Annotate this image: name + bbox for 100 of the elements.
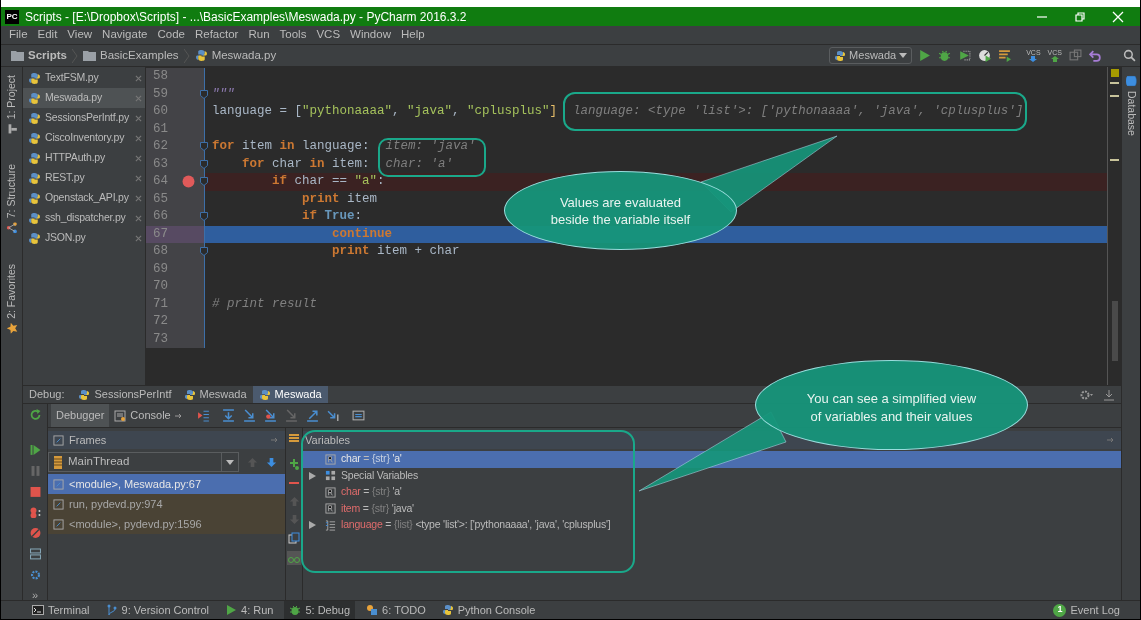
breadcrumb[interactable]: BasicExamples xyxy=(83,46,179,65)
variable-row[interactable]: item = {str} 'java' xyxy=(303,500,1121,517)
resume-icon[interactable] xyxy=(28,443,42,456)
fold-marker-icon[interactable] xyxy=(200,89,208,99)
fold-marker-icon[interactable] xyxy=(200,159,208,169)
tool-window-button[interactable]: Python Console xyxy=(436,601,541,619)
tool-window-button[interactable]: 9: Version Control xyxy=(100,601,214,619)
coverage-icon[interactable] xyxy=(958,49,972,62)
debugger-tab[interactable]: Debugger xyxy=(51,404,110,427)
menu-item[interactable]: Tools xyxy=(274,26,312,44)
evaluate-expression-icon[interactable] xyxy=(351,409,365,422)
fold-marker-icon[interactable] xyxy=(200,212,208,221)
pin-icon[interactable] xyxy=(271,437,280,443)
variable-row[interactable]: Special Variables xyxy=(303,467,1121,484)
tool-window-tab[interactable]: 1: Project xyxy=(3,75,20,135)
event-log-button[interactable]: 1 Event Log xyxy=(1053,601,1120,619)
close-icon[interactable] xyxy=(135,74,142,82)
menu-item[interactable]: Window xyxy=(345,26,396,44)
tool-window-tab[interactable]: 2: Favorites xyxy=(3,263,20,334)
tool-window-button[interactable]: 6: TODO xyxy=(361,601,431,619)
mute-breakpoints-icon[interactable] xyxy=(28,527,42,540)
variable-row[interactable]: char = {str} 'a' xyxy=(303,484,1121,501)
variable-row[interactable]: char = {str} 'a' xyxy=(303,451,1121,468)
search-icon[interactable] xyxy=(1123,49,1136,62)
breakpoints-icon[interactable] xyxy=(28,506,42,519)
run-configuration-dropdown[interactable]: Meswada xyxy=(829,47,913,64)
tool-window-button[interactable]: 4: Run xyxy=(220,601,279,619)
file-tab[interactable]: SessionsPerIntf.py xyxy=(23,108,145,128)
compare-icon[interactable] xyxy=(1069,49,1082,62)
settings-icon[interactable] xyxy=(28,569,42,581)
bug-icon[interactable] xyxy=(938,49,952,62)
tool-window-tab[interactable]: Database xyxy=(1123,75,1139,136)
file-tab[interactable]: JSON.py xyxy=(23,228,145,248)
hide-icon[interactable] xyxy=(1103,388,1115,401)
menu-item[interactable]: VCS xyxy=(311,26,346,44)
add-watch-icon[interactable] xyxy=(288,458,300,470)
scrollbar-thumb[interactable] xyxy=(1111,301,1118,361)
step-over-icon[interactable] xyxy=(221,409,235,422)
down-arrow-icon[interactable] xyxy=(266,456,277,468)
menu-item[interactable]: Navigate xyxy=(97,26,153,44)
execution-point-icon[interactable] xyxy=(196,409,210,422)
step-into-icon[interactable] xyxy=(242,409,256,422)
expand-arrow-icon[interactable] xyxy=(309,521,316,530)
file-tab[interactable]: REST.py xyxy=(23,168,145,188)
close-icon[interactable] xyxy=(135,114,142,122)
file-tab[interactable]: TextFSM.py xyxy=(23,68,145,88)
pin-icon[interactable] xyxy=(1107,437,1116,443)
menu-item[interactable]: Code xyxy=(152,26,190,44)
debug-session-tab[interactable]: SessionsPerIntf xyxy=(72,386,178,403)
glasses-icon[interactable] xyxy=(287,551,301,565)
breadcrumb[interactable]: Scripts xyxy=(11,46,67,65)
file-tab[interactable]: Meswada.py xyxy=(23,88,145,108)
expand-arrow-icon[interactable] xyxy=(309,471,316,480)
run-list-icon[interactable] xyxy=(998,49,1012,62)
debugger-tab[interactable]: Console xyxy=(109,404,189,427)
more-button[interactable]: » xyxy=(31,590,39,600)
force-step-into-icon[interactable] xyxy=(284,409,298,422)
menu-item[interactable]: View xyxy=(62,26,98,44)
close-icon[interactable] xyxy=(135,174,142,182)
file-tab[interactable]: Openstack_API.py xyxy=(23,188,145,208)
layout-icon[interactable] xyxy=(28,548,42,561)
close-icon[interactable] xyxy=(135,154,142,162)
undo-icon[interactable] xyxy=(1089,49,1102,62)
file-tab[interactable]: ssh_dispatcher.py xyxy=(23,208,145,228)
settings-icon[interactable] xyxy=(1079,388,1093,401)
close-icon[interactable] xyxy=(135,194,142,202)
menu-item[interactable]: Edit xyxy=(32,26,63,44)
breakpoint-icon[interactable] xyxy=(182,175,195,189)
restore-icon[interactable] xyxy=(1074,10,1086,23)
close-icon[interactable] xyxy=(135,214,142,222)
debug-session-tab[interactable]: Meswada xyxy=(252,386,328,403)
tool-window-button[interactable]: Terminal xyxy=(27,601,95,619)
breadcrumb[interactable]: Meswada.py xyxy=(194,46,277,65)
stop-icon[interactable] xyxy=(28,485,42,498)
stack-frame-row[interactable]: run, pydevd.py:974 xyxy=(48,494,285,514)
fold-marker-icon[interactable] xyxy=(200,177,208,186)
close-icon[interactable] xyxy=(135,234,142,242)
copy-icon[interactable] xyxy=(288,532,300,544)
stack-frame-row[interactable]: <module>, pydevd.py:1596 xyxy=(48,514,285,534)
fold-marker-icon[interactable] xyxy=(200,247,208,256)
close-icon[interactable] xyxy=(135,134,142,142)
run-to-cursor-icon[interactable] xyxy=(326,409,340,422)
stack-frame-row[interactable]: <module>, Meswada.py:67 xyxy=(48,474,285,494)
thread-dropdown[interactable]: MainThread xyxy=(48,452,239,472)
menu-item[interactable]: Run xyxy=(243,26,275,44)
menu-item[interactable]: Refactor xyxy=(189,26,244,44)
file-tab[interactable]: CiscoInventory.py xyxy=(23,128,145,148)
step-into-my-code-icon[interactable] xyxy=(263,409,277,422)
run-icon[interactable] xyxy=(918,49,932,62)
step-out-icon[interactable] xyxy=(305,409,319,422)
debug-session-tab[interactable]: Meswada xyxy=(177,386,253,403)
profile-icon[interactable] xyxy=(978,49,992,62)
tool-window-tab[interactable]: 7: Structure xyxy=(3,164,20,234)
fold-marker-icon[interactable] xyxy=(200,142,208,151)
tool-window-button[interactable]: 5: Debug xyxy=(284,601,356,619)
file-tab[interactable]: HTTPAuth.py xyxy=(23,148,145,168)
variable-row[interactable]: language = {list} <type 'list'>: ['pythonaaaa', 'java', 'cplusplus'] xyxy=(303,517,1121,534)
rerun-icon[interactable] xyxy=(28,409,42,421)
menu-item[interactable]: Help xyxy=(395,26,430,44)
menu-item[interactable]: File xyxy=(4,26,33,44)
